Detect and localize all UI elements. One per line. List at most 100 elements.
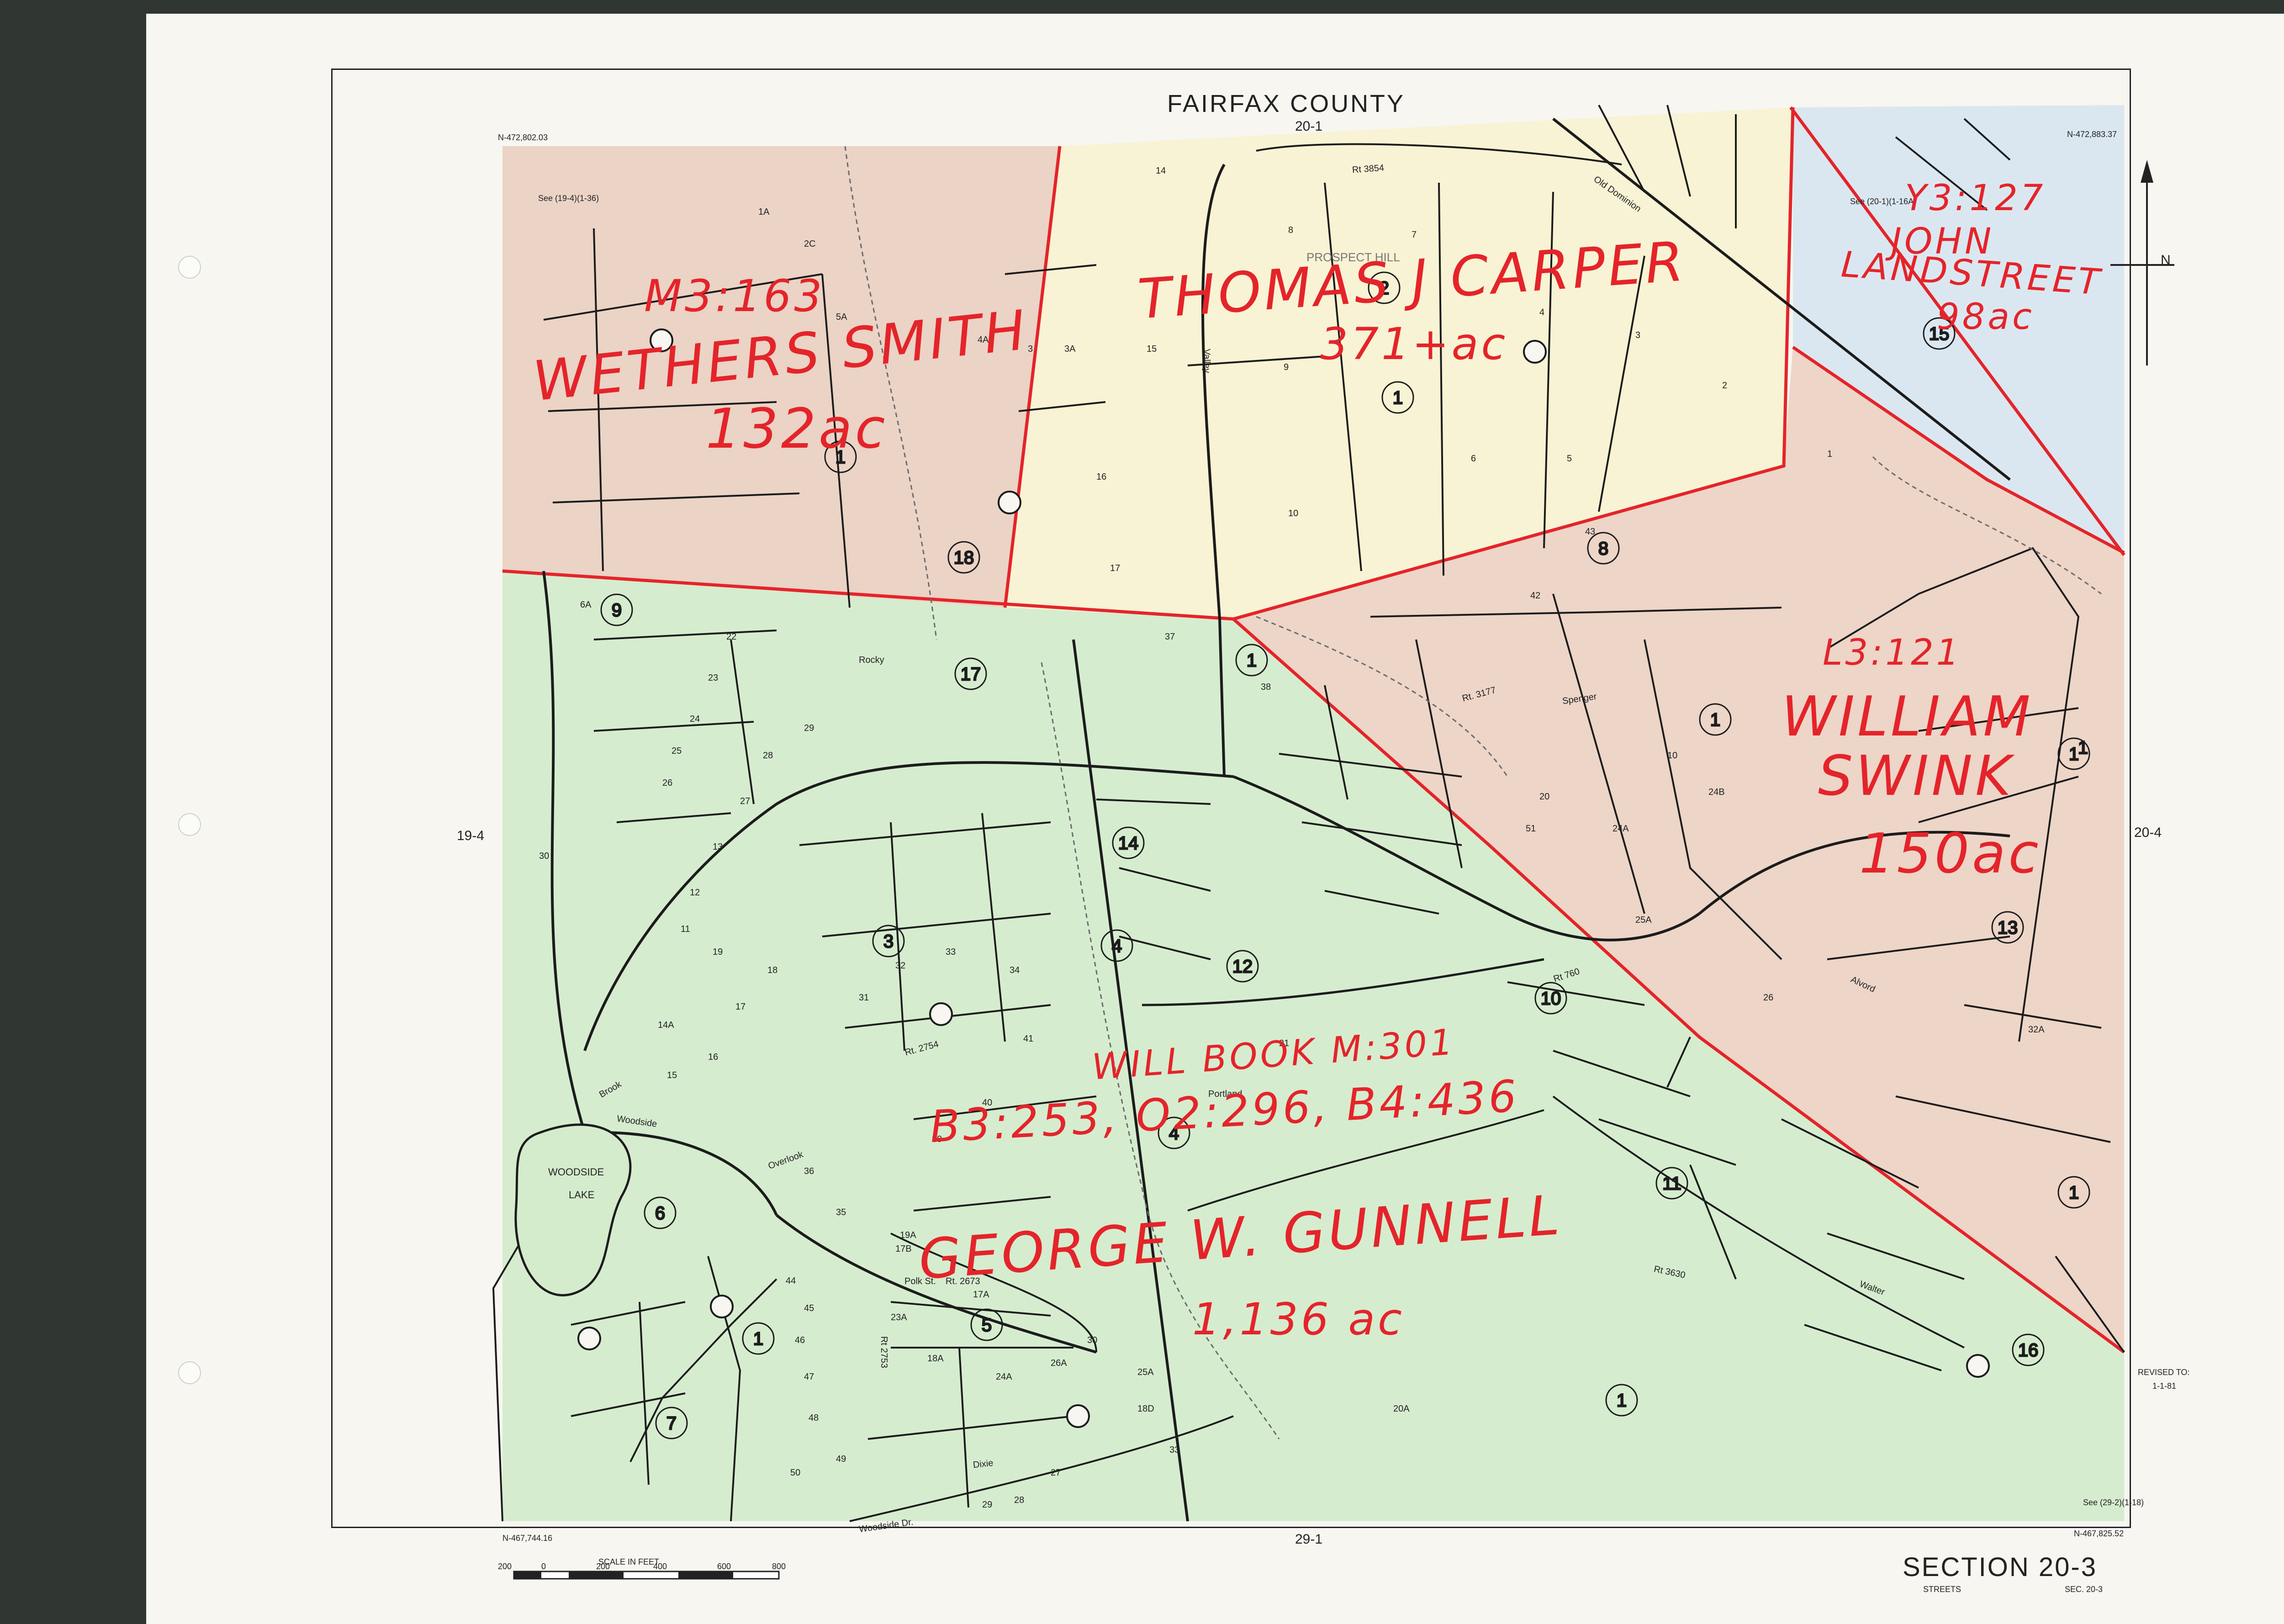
lot-number: 44 <box>786 1276 796 1286</box>
annotation-smith-acres: 132ac <box>706 397 888 461</box>
parcel-number: 1 <box>1247 651 1257 671</box>
lot-number: 28 <box>763 751 773 761</box>
lot-number: 15 <box>1147 344 1157 354</box>
see-reference-se: See (29-2)(1-18) <box>2083 1498 2144 1507</box>
parcel-number: 9 <box>612 600 622 620</box>
scale-tick: 0 <box>541 1562 546 1571</box>
lot-number: 26A <box>1051 1358 1067 1368</box>
lot-number: 10 <box>1667 751 1677 761</box>
lot-number: 24B <box>1708 787 1725 797</box>
revised-date: 1-1-81 <box>2152 1381 2177 1391</box>
parcel-number: 11 <box>1662 1174 1681 1194</box>
road-label: Valley <box>1201 349 1212 373</box>
lot-number: 7 <box>1412 230 1417 240</box>
lot-number: 17A <box>973 1290 989 1300</box>
lot-number: 6 <box>1471 454 1476 464</box>
lot-number: 50 <box>790 1468 800 1478</box>
road-label: Rt 3854 <box>1352 163 1385 175</box>
lot-number: 3 <box>1635 330 1640 340</box>
revised-label: REVISED TO: <box>2138 1368 2190 1377</box>
parcel-number: 1 <box>1617 1391 1627 1411</box>
parcel-number: 7 <box>666 1413 677 1434</box>
lot-number: 25 <box>671 746 682 756</box>
parcel-number: 12 <box>1232 957 1253 977</box>
parcel-number: 14 <box>1118 833 1139 853</box>
lot-number: 17 <box>1110 563 1120 573</box>
parcel-number: 5 <box>982 1315 992 1335</box>
lot-number: 29 <box>804 723 814 733</box>
lot-number: 2C <box>804 239 816 249</box>
lot-number: 14 <box>1156 166 1166 176</box>
lot-number: 36 <box>804 1166 814 1176</box>
lot-number: 38 <box>1261 682 1271 692</box>
lot-number: 49 <box>836 1454 846 1464</box>
lot-number: 9 <box>1284 362 1289 372</box>
annotation-swink-acres: 150ac <box>1859 822 2041 886</box>
lot-number: 45 <box>804 1303 814 1313</box>
lot-number: 43 <box>1585 527 1595 537</box>
lot-number: 27 <box>1051 1468 1061 1478</box>
lot-number: 34 <box>1010 965 1020 975</box>
lot-number: 17 <box>735 1002 745 1012</box>
lake-label: LAKE <box>569 1189 595 1201</box>
lot-number: 30 <box>1087 1335 1097 1345</box>
road-label: Rocky <box>859 655 884 665</box>
lot-number: 24A <box>996 1372 1012 1382</box>
lot-number: 20A <box>1393 1404 1410 1414</box>
road-label: Dixie <box>972 1458 994 1471</box>
lot-number: 4 <box>1539 307 1544 317</box>
coordinate-nw: N-472,802.03 <box>498 133 548 142</box>
parcel-number: 1 <box>753 1329 763 1349</box>
coordinate-se: N-467,825.52 <box>2074 1529 2124 1538</box>
lot-number: 2 <box>1722 381 1727 391</box>
lot-number: 13 <box>713 842 723 852</box>
lot-number: 30 <box>539 851 549 861</box>
lot-number: 48 <box>809 1413 819 1423</box>
lot-number: 16 <box>708 1052 718 1062</box>
lot-number: 20 <box>1539 792 1549 802</box>
lot-number: 23A <box>891 1312 907 1322</box>
lot-number: 25A <box>1635 915 1652 925</box>
lot-number: 26 <box>1763 993 1773 1003</box>
lot-number: 11 <box>681 924 690 934</box>
county-title: FAIRFAX COUNTY <box>1167 90 1406 117</box>
lot-number: 27 <box>740 796 750 806</box>
lot-number: 41 <box>1023 1034 1033 1044</box>
annotation-landstreet-acres: 98ac <box>1937 296 2035 338</box>
parcel-number: 1 <box>2069 744 2079 764</box>
lot-number: 22 <box>726 632 736 642</box>
annotation-carper-acres: 371+ac <box>1320 318 1508 370</box>
lot-number: 24A <box>1613 824 1629 834</box>
parcel-number: 3 <box>883 931 894 952</box>
annotation-smith-ref: M3:163 <box>644 270 825 322</box>
parcel-number: 10 <box>1541 989 1561 1009</box>
lot-number: 26 <box>662 778 672 788</box>
lot-number: 18 <box>767 965 777 975</box>
lot-number: 14A <box>658 1020 674 1030</box>
lot-number: 29 <box>982 1500 992 1510</box>
lot-number: 37 <box>1165 632 1175 642</box>
parcel-number: 1 <box>2078 738 2088 758</box>
adjacent-sheet-top: 20-1 <box>1295 119 1323 134</box>
lot-number: 10 <box>1288 508 1298 518</box>
parcel-number: 1 <box>2069 1183 2079 1203</box>
lake-label: WOODSIDE <box>548 1166 604 1178</box>
lot-number: 31 <box>859 993 869 1003</box>
lot-number: 5 <box>1567 454 1572 464</box>
lot-number: 42 <box>1530 591 1540 601</box>
scale-tick: 200 <box>498 1562 512 1571</box>
section-subtitle: STREETS <box>1923 1585 1961 1594</box>
lot-number: 47 <box>804 1372 814 1382</box>
parcel-number: 6 <box>655 1203 665 1223</box>
lot-number: 28 <box>1014 1495 1024 1505</box>
parcel-number: 1 <box>1710 710 1720 730</box>
adjacent-sheet-right: 20-4 <box>2134 825 2162 840</box>
parcel-number: 17 <box>961 664 981 684</box>
lot-number: 33 <box>946 947 956 957</box>
adjacent-sheet-bottom: 29-1 <box>1295 1532 1323 1547</box>
annotation-gunnell-acres: 1,136 ac <box>1192 1294 1405 1345</box>
section-code: SEC. 20-3 <box>2065 1585 2103 1594</box>
parcel-number: 16 <box>2018 1340 2039 1360</box>
coordinate-ne: N-472,883.37 <box>2067 130 2117 139</box>
scale-tick: 600 <box>717 1562 731 1571</box>
